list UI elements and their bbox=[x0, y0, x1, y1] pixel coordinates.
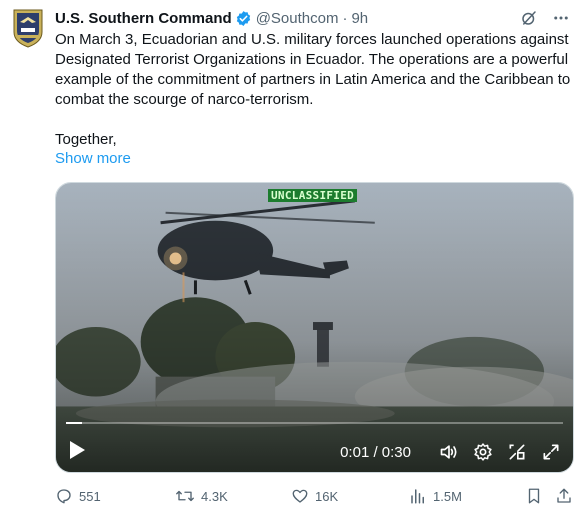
separator-dot: · bbox=[342, 9, 348, 27]
reply-button[interactable]: 551 bbox=[55, 487, 101, 505]
views-button[interactable]: 1.5M bbox=[409, 487, 462, 505]
repost-button[interactable]: 4.3K bbox=[175, 487, 228, 505]
like-count: 16K bbox=[315, 488, 339, 504]
reply-count: 551 bbox=[79, 488, 101, 504]
more-icon[interactable] bbox=[552, 9, 570, 27]
post-time[interactable]: 9h bbox=[351, 10, 368, 27]
bookmark-icon bbox=[525, 487, 543, 505]
tweet-text: On March 3, Ecuadorian and U.S. military… bbox=[55, 31, 571, 148]
video-time-readout: 0:01 / 0:30 bbox=[340, 443, 411, 461]
grok-icon[interactable] bbox=[520, 9, 538, 27]
share-button[interactable] bbox=[555, 487, 573, 505]
video-progress-bar[interactable] bbox=[66, 422, 563, 424]
share-icon bbox=[555, 487, 573, 505]
tweet-actions: 551 4.3K 16K 1.5M bbox=[55, 485, 572, 507]
settings-icon[interactable] bbox=[473, 442, 493, 462]
video-player[interactable]: UNCLASSIFIED 0:01 / 0:30 bbox=[55, 182, 574, 473]
author-handle[interactable]: @Southcom bbox=[256, 10, 339, 27]
video-progress-fill bbox=[66, 422, 83, 424]
show-more-link[interactable]: Show more bbox=[55, 150, 131, 167]
like-icon bbox=[291, 487, 309, 505]
author-name[interactable]: U.S. Southern Command bbox=[55, 10, 232, 27]
views-icon bbox=[409, 487, 427, 505]
southcom-seal-icon[interactable] bbox=[12, 8, 44, 48]
play-icon[interactable] bbox=[68, 440, 86, 465]
volume-icon[interactable] bbox=[439, 442, 459, 462]
views-count: 1.5M bbox=[433, 488, 462, 504]
video-frame bbox=[56, 183, 573, 472]
repost-icon bbox=[175, 487, 195, 505]
repost-count: 4.3K bbox=[201, 488, 228, 504]
fullscreen-icon[interactable] bbox=[541, 442, 561, 462]
tweet-header: U.S. Southern Command @Southcom · 9h bbox=[55, 7, 570, 29]
verified-badge-icon bbox=[235, 10, 252, 27]
like-button[interactable]: 16K bbox=[291, 487, 338, 505]
classification-label: UNCLASSIFIED bbox=[268, 189, 358, 202]
pip-icon[interactable] bbox=[507, 442, 527, 462]
reply-icon bbox=[55, 487, 73, 505]
video-controls: 0:01 / 0:30 bbox=[56, 433, 573, 471]
bookmark-button[interactable] bbox=[525, 487, 543, 505]
